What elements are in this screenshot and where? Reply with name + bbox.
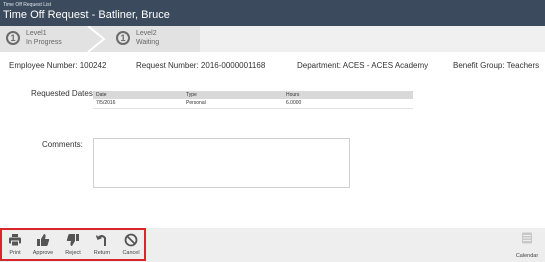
printer-icon	[9, 234, 21, 247]
requested-dates-label: Requested Dates:	[31, 89, 96, 98]
cancel-label: Cancel	[122, 250, 140, 256]
step-level2: 1 Level2 Waiting	[110, 26, 210, 52]
action-toolbar: Print Approve Reject Return Cancel Calen…	[0, 228, 545, 262]
table-header: Date Type Hours	[93, 91, 413, 99]
step-number-badge: 1	[6, 31, 20, 45]
calendar-button[interactable]: Calendar	[515, 231, 539, 259]
requested-dates-table: Date Type Hours 7/5/2016 Personal 6.0000	[93, 91, 413, 109]
column-header-type: Type	[186, 92, 197, 98]
thumbs-up-icon	[37, 234, 50, 246]
calendar-icon	[522, 232, 532, 244]
cell-type: Personal	[186, 100, 206, 106]
step-status: In Progress	[26, 39, 62, 46]
employee-number: Employee Number: 100242	[9, 61, 107, 70]
cancel-button[interactable]: Cancel	[120, 233, 142, 259]
print-label: Print	[9, 250, 21, 256]
calendar-label: Calendar	[515, 253, 539, 259]
comments-label: Comments:	[42, 140, 83, 149]
reject-label: Reject	[65, 250, 81, 256]
return-button[interactable]: Return	[91, 233, 113, 259]
return-arrow-icon	[95, 235, 106, 246]
reject-button[interactable]: Reject	[62, 233, 84, 259]
table-row[interactable]: 7/5/2016 Personal 6.0000	[93, 99, 413, 109]
department: Department: ACES - ACES Academy	[297, 61, 429, 70]
request-number: Request Number: 2016-0000001168	[136, 61, 266, 70]
step-level1: 1 Level1 In Progress	[0, 26, 100, 52]
column-header-hours: Hours	[286, 92, 300, 98]
step-name: Level1	[26, 30, 47, 37]
benefit-group: Benefit Group: Teachers	[453, 61, 540, 70]
print-button[interactable]: Print	[4, 233, 26, 259]
approval-steps: 1 Level1 In Progress 1 Level2 Waiting	[0, 26, 545, 52]
step-status: Waiting	[136, 39, 160, 46]
cell-hours: 6.0000	[286, 100, 302, 106]
step-name: Level2	[136, 30, 157, 37]
thumbs-down-icon	[66, 234, 79, 246]
approve-button[interactable]: Approve	[32, 233, 54, 259]
workflow-actions: Print Approve Reject Return Cancel	[0, 228, 146, 261]
page-header: Time Off Request List Time Off Request -…	[0, 0, 545, 26]
comments-field[interactable]	[93, 138, 350, 188]
page-title: Time Off Request - Batliner, Bruce	[3, 9, 170, 21]
cancel-icon	[124, 233, 138, 247]
step-number-badge: 1	[116, 31, 130, 45]
return-label: Return	[93, 250, 111, 256]
cell-date: 7/5/2016	[96, 100, 116, 106]
column-header-date: Date	[96, 92, 107, 98]
approve-label: Approve	[32, 250, 54, 256]
